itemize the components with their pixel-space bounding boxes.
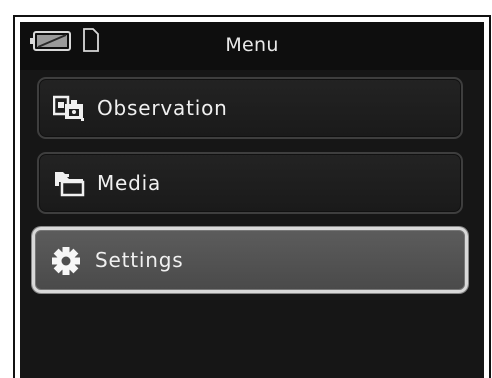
menu-item-media[interactable]: Media (37, 152, 463, 214)
menu-item-label: Settings (95, 248, 184, 272)
menu-item-label: Observation (97, 96, 228, 120)
menu-item-settings[interactable]: Settings (32, 227, 468, 293)
status-bar: Menu (20, 22, 484, 70)
menu-item-label: Media (97, 171, 162, 195)
media-icon (53, 169, 85, 199)
menu-item-observation[interactable]: Observation (37, 77, 463, 139)
page-title: Menu (225, 34, 279, 56)
device-screen: Menu Observation Media Settings (20, 22, 484, 378)
gear-icon (51, 246, 83, 276)
observation-icon (52, 94, 85, 124)
